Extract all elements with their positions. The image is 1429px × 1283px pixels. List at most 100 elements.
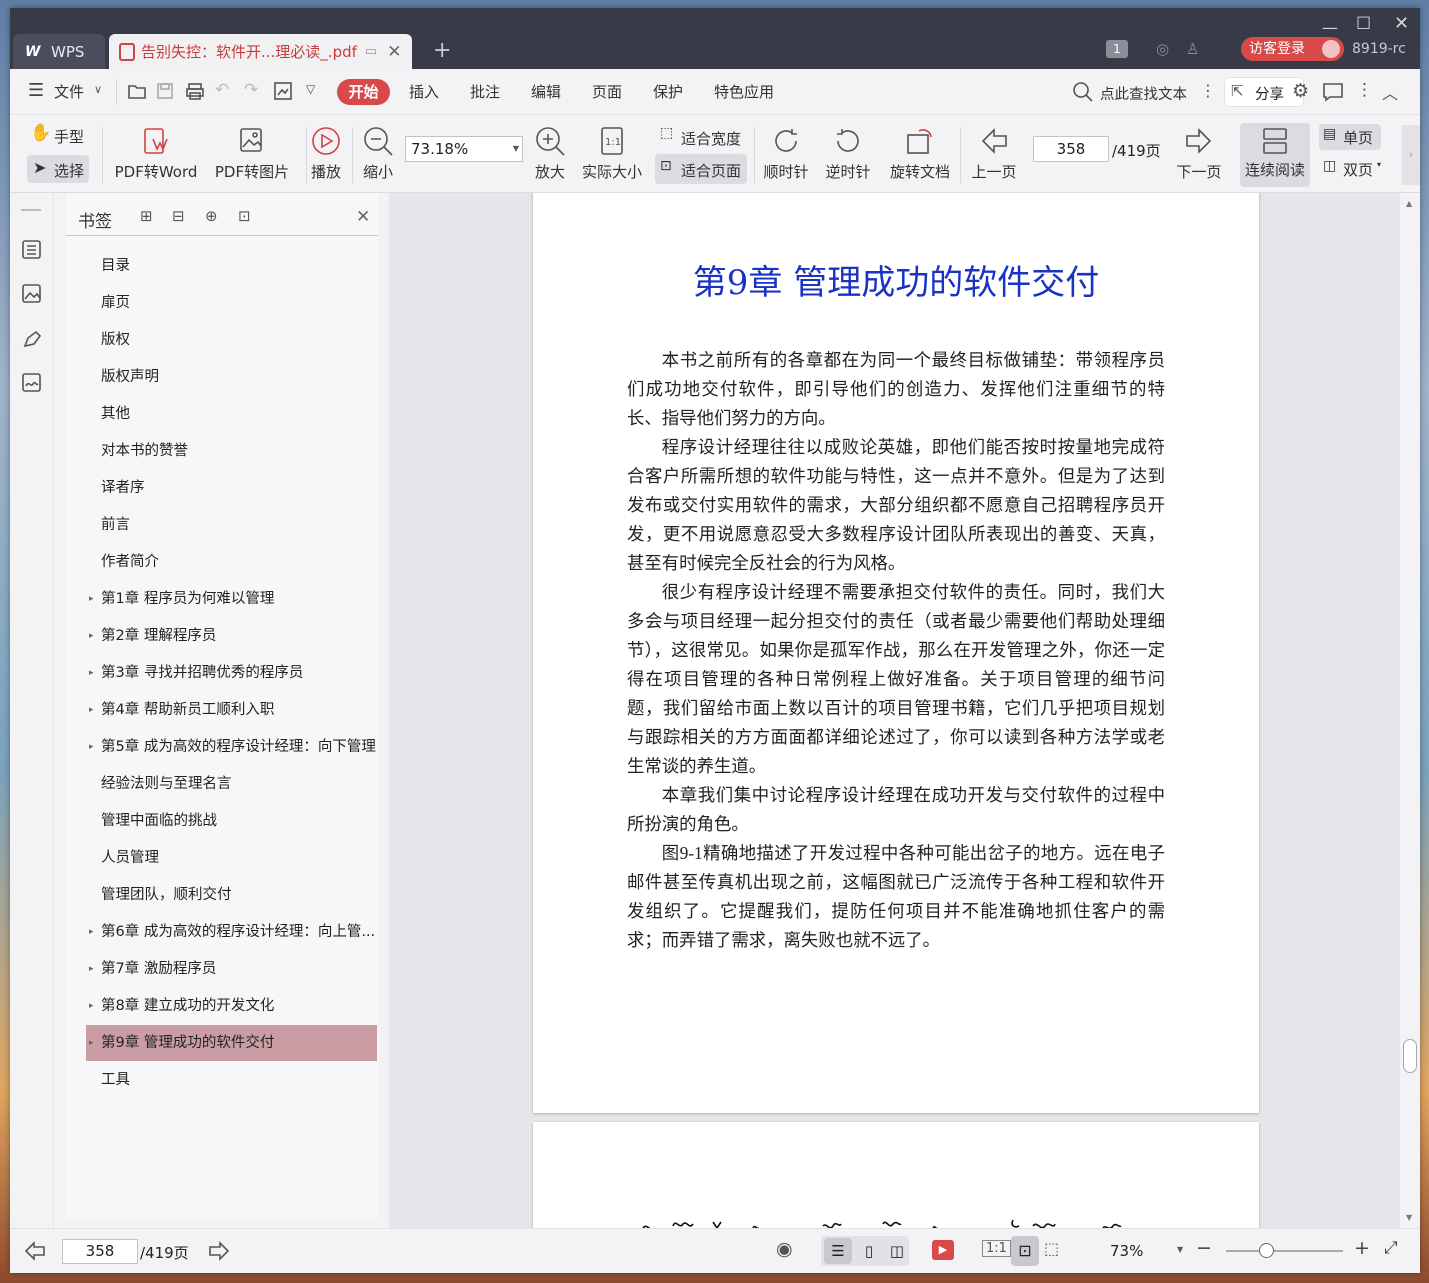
pdf-to-image-button[interactable]: PDF转图片 xyxy=(206,125,298,182)
search-text-input[interactable]: 点此查找文本 xyxy=(1100,83,1187,104)
expand-all-icon[interactable]: ⊞ xyxy=(140,207,153,225)
prev-page-arrow-icon[interactable] xyxy=(24,1241,46,1261)
bookmark-item[interactable]: 目录 xyxy=(86,248,377,284)
bookmark-item[interactable]: ▸ 第5章 成为高效的程序设计经理：向下管理 xyxy=(86,729,377,765)
bookmark-item[interactable]: 译者序 xyxy=(86,470,377,506)
fit-page-button[interactable]: ⊡ 适合页面 xyxy=(655,154,747,184)
zoom-out-minus-icon[interactable]: − xyxy=(1196,1237,1212,1259)
bookmark-item[interactable]: ▸ 第8章 建立成功的开发文化 xyxy=(86,988,377,1024)
play-slideshow-icon[interactable]: ▶ xyxy=(932,1240,954,1260)
comment-icon[interactable] xyxy=(1322,82,1344,102)
scrollbar-thumb[interactable] xyxy=(1403,1039,1417,1073)
export-image-icon[interactable] xyxy=(273,81,293,101)
bookmark-item[interactable]: 工具 xyxy=(86,1062,377,1098)
close-tab-icon[interactable]: ✕ xyxy=(387,42,401,62)
play-button[interactable]: 播放 xyxy=(308,125,344,182)
guest-login-button[interactable]: 访客登录 xyxy=(1241,37,1344,61)
expand-arrow-icon[interactable]: ▸ xyxy=(89,951,94,987)
status-page-input[interactable]: 358 xyxy=(62,1239,138,1264)
expand-arrow-icon[interactable]: ▸ xyxy=(89,729,94,765)
zoom-in-plus-icon[interactable]: + xyxy=(1354,1237,1370,1259)
open-folder-icon[interactable] xyxy=(127,82,147,100)
continuous-view-icon[interactable]: ☰ xyxy=(824,1238,852,1264)
chevron-down-icon[interactable]: ∨ xyxy=(94,83,102,96)
add-bookmark-icon[interactable]: ⊕ xyxy=(205,207,218,225)
expand-arrow-icon[interactable]: ▸ xyxy=(89,581,94,617)
page-badge[interactable]: 1 xyxy=(1106,40,1128,58)
zoom-select[interactable]: 73.18% ▼ xyxy=(405,136,523,162)
next-page-arrow-icon[interactable] xyxy=(208,1241,230,1261)
fullscreen-icon[interactable]: ⤢ xyxy=(1384,1238,1398,1258)
bookmark-item[interactable]: 前言 xyxy=(86,507,377,543)
scroll-down-icon[interactable]: ▼ xyxy=(1406,1213,1412,1222)
zoom-in-button[interactable]: 放大 xyxy=(532,125,568,182)
bookmark-item[interactable]: ▸ 第7章 激励程序员 xyxy=(86,951,377,987)
fit-page-status-icon[interactable]: ⊡ xyxy=(1011,1236,1039,1266)
save-icon[interactable] xyxy=(156,82,174,100)
signature-icon[interactable] xyxy=(21,372,43,394)
chapter-title[interactable]: 第9章 管理成功的软件交付 xyxy=(533,255,1259,304)
menu-annotate[interactable]: 批注 xyxy=(470,81,500,102)
fit-width-status-icon[interactable]: ⬚ xyxy=(1044,1239,1059,1258)
menu-insert[interactable]: 插入 xyxy=(409,81,439,102)
bookmark-item[interactable]: ▸ 第9章 管理成功的软件交付 xyxy=(86,1025,377,1061)
bookmark-options-icon[interactable]: ⊡ xyxy=(238,207,251,225)
rotate-counterclockwise-button[interactable]: 逆时针 xyxy=(822,125,874,182)
prev-page-button[interactable]: 上一页 xyxy=(968,125,1020,182)
select-tool-button[interactable]: ➤ 选择 xyxy=(27,155,89,183)
annotation-pen-icon[interactable] xyxy=(21,328,43,350)
print-icon[interactable] xyxy=(185,82,205,100)
expand-arrow-icon[interactable]: ▸ xyxy=(89,914,94,950)
skin-icon[interactable]: ♙ xyxy=(1186,40,1199,58)
zoom-out-button[interactable]: 缩小 xyxy=(360,125,396,182)
bookmark-item[interactable]: 人员管理 xyxy=(86,840,377,876)
more-dropdown-icon[interactable]: ▽ xyxy=(306,82,315,96)
bookmark-item[interactable]: 对本书的赞誉 xyxy=(86,433,377,469)
bookmark-item[interactable]: ▸ 第4章 帮助新员工顺利入职 xyxy=(86,692,377,728)
drag-handle[interactable] xyxy=(21,209,41,211)
more-vertical-icon[interactable]: ⋮ xyxy=(1200,81,1216,100)
continuous-reading-button[interactable]: 连续阅读 xyxy=(1240,123,1310,187)
expand-arrow-icon[interactable]: ▸ xyxy=(89,988,94,1024)
bookmark-item[interactable]: 管理中面临的挑战 xyxy=(86,803,377,839)
ribbon-scroll-right-icon[interactable]: › xyxy=(1402,125,1420,185)
new-tab-icon[interactable]: + xyxy=(433,38,451,63)
bookmark-item[interactable]: 扉页 xyxy=(86,285,377,321)
pdf-to-word-button[interactable]: PDF转Word xyxy=(110,125,202,182)
document-view[interactable]: 第9章 管理成功的软件交付 本书之前所有的各章都在为同一个最终目标做铺垫：带领程… xyxy=(389,193,1420,1228)
double-page-button[interactable]: ◫ 双页 ▾ xyxy=(1319,156,1389,182)
search-icon[interactable] xyxy=(1072,81,1094,103)
rotate-document-button[interactable]: 旋转文档 xyxy=(886,125,954,182)
expand-arrow-icon[interactable]: ▸ xyxy=(89,692,94,728)
zoom-slider-thumb[interactable] xyxy=(1259,1243,1274,1258)
settings-gear-icon[interactable]: ⚙ xyxy=(1292,80,1309,102)
expand-arrow-icon[interactable]: ▸ xyxy=(89,655,94,691)
monitor-icon[interactable]: ▭ xyxy=(365,44,377,59)
bookmark-item[interactable]: 版权声明 xyxy=(86,359,377,395)
expand-arrow-icon[interactable]: ▸ xyxy=(89,618,94,654)
bookmark-list-icon[interactable] xyxy=(21,239,43,261)
zoom-dropdown-icon[interactable]: ▼ xyxy=(1177,1245,1183,1254)
collapse-all-icon[interactable]: ⊟ xyxy=(172,207,185,225)
bookmark-item[interactable]: ▸ 第6章 成为高效的程序设计经理：向上管... xyxy=(86,914,377,950)
collapse-ribbon-icon[interactable]: ︿ xyxy=(1382,80,1398,104)
hand-tool-button[interactable]: ✋ 手型 xyxy=(28,123,92,149)
more-options-icon[interactable]: ⋮ xyxy=(1356,80,1373,100)
menu-edit[interactable]: 编辑 xyxy=(531,81,561,102)
bookmark-item[interactable]: 作者简介 xyxy=(86,544,377,580)
redo-icon[interactable]: ↷ xyxy=(244,80,258,100)
menu-page[interactable]: 页面 xyxy=(592,81,622,102)
rotate-clockwise-button[interactable]: 顺时针 xyxy=(760,125,812,182)
bookmark-item[interactable]: 其他 xyxy=(86,396,377,432)
bookmark-item[interactable]: ▸ 第2章 理解程序员 xyxy=(86,618,377,654)
bookmark-item[interactable]: 经验法则与至理名言 xyxy=(86,766,377,802)
bookmark-item[interactable]: ▸ 第1章 程序员为何难以管理 xyxy=(86,581,377,617)
single-page-button[interactable]: ▤ 单页 xyxy=(1319,124,1381,150)
maximize-icon[interactable]: ☐ xyxy=(1356,14,1371,34)
menu-start-tab[interactable]: 开始 xyxy=(337,79,390,105)
zoom-slider-track[interactable] xyxy=(1226,1250,1343,1252)
menu-file[interactable]: 文件 xyxy=(54,81,84,102)
hamburger-icon[interactable]: ☰ xyxy=(28,80,44,101)
eye-protection-icon[interactable]: ◉ xyxy=(776,1238,793,1260)
bookmark-item[interactable]: ▸ 第3章 寻找并招聘优秀的程序员 xyxy=(86,655,377,691)
